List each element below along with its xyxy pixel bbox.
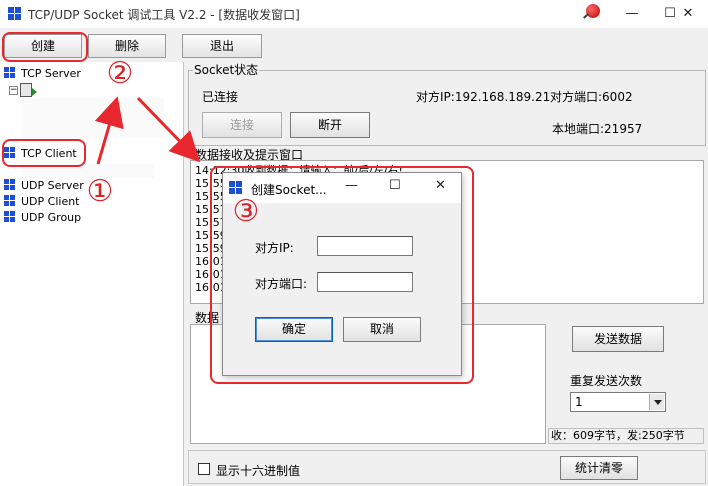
- tree-item-label: TCP Server: [21, 67, 81, 80]
- repeat-count-label: 重复发送次数: [570, 374, 643, 388]
- step-two-marker: ②: [106, 56, 134, 91]
- connect-button[interactable]: 连接: [202, 112, 282, 138]
- highlight-create-button: [2, 32, 88, 62]
- hex-label: 显示十六进制值: [216, 464, 301, 478]
- app-icon: [8, 7, 22, 21]
- send-data-button[interactable]: 发送数据: [572, 326, 664, 352]
- step-one-marker: ①: [86, 174, 114, 209]
- network-icon: [4, 67, 17, 80]
- minimize-button[interactable]: —: [612, 3, 652, 25]
- title-bar: TCP/UDP Socket 调试工具 V2.2 - [数据收发窗口] — ☐ …: [0, 0, 708, 28]
- repeat-count-select[interactable]: 1: [570, 392, 666, 412]
- tree-item-label: UDP Group: [21, 211, 82, 224]
- running-icon: [32, 88, 37, 96]
- network-icon: [4, 211, 17, 224]
- tree-item-label: UDP Client: [21, 195, 80, 208]
- byte-counter: 收：609字节，发:250字节: [548, 428, 704, 444]
- repeat-count-value: 1: [575, 395, 583, 409]
- hex-checkbox[interactable]: [198, 463, 210, 475]
- tree-item-label: UDP Server: [21, 179, 84, 192]
- disconnect-button[interactable]: 断开: [290, 112, 370, 138]
- network-icon: [4, 195, 17, 208]
- local-port: 本地端口:21957: [552, 122, 643, 136]
- collapse-icon[interactable]: −: [9, 86, 18, 95]
- group-title: Socket状态: [193, 63, 260, 77]
- peer-ip: 对方IP:192.168.189.21: [416, 90, 551, 104]
- socket-tree: TCP Server − TCP Client UDP Server UDP C…: [0, 62, 184, 486]
- app-window: TCP/UDP Socket 调试工具 V2.2 - [数据收发窗口] — ☐ …: [0, 0, 708, 486]
- network-icon: [4, 179, 17, 192]
- connection-state: 已连接: [202, 90, 239, 104]
- highlight-tcp-client: [2, 139, 86, 167]
- server-child-area: [22, 98, 164, 138]
- chevron-down-icon[interactable]: [649, 394, 664, 410]
- delete-button[interactable]: 删除: [88, 34, 166, 58]
- window-title: TCP/UDP Socket 调试工具 V2.2 - [数据收发窗口]: [28, 8, 300, 22]
- step-three-marker: ③: [232, 194, 260, 229]
- peer-port: 对方端口:6002: [550, 90, 633, 104]
- pushpin-icon[interactable]: [586, 4, 600, 18]
- server-icon: [20, 83, 32, 97]
- close-button[interactable]: ✕: [668, 3, 708, 25]
- clear-stats-button[interactable]: 统计清零: [560, 456, 638, 480]
- exit-button[interactable]: 退出: [182, 34, 262, 58]
